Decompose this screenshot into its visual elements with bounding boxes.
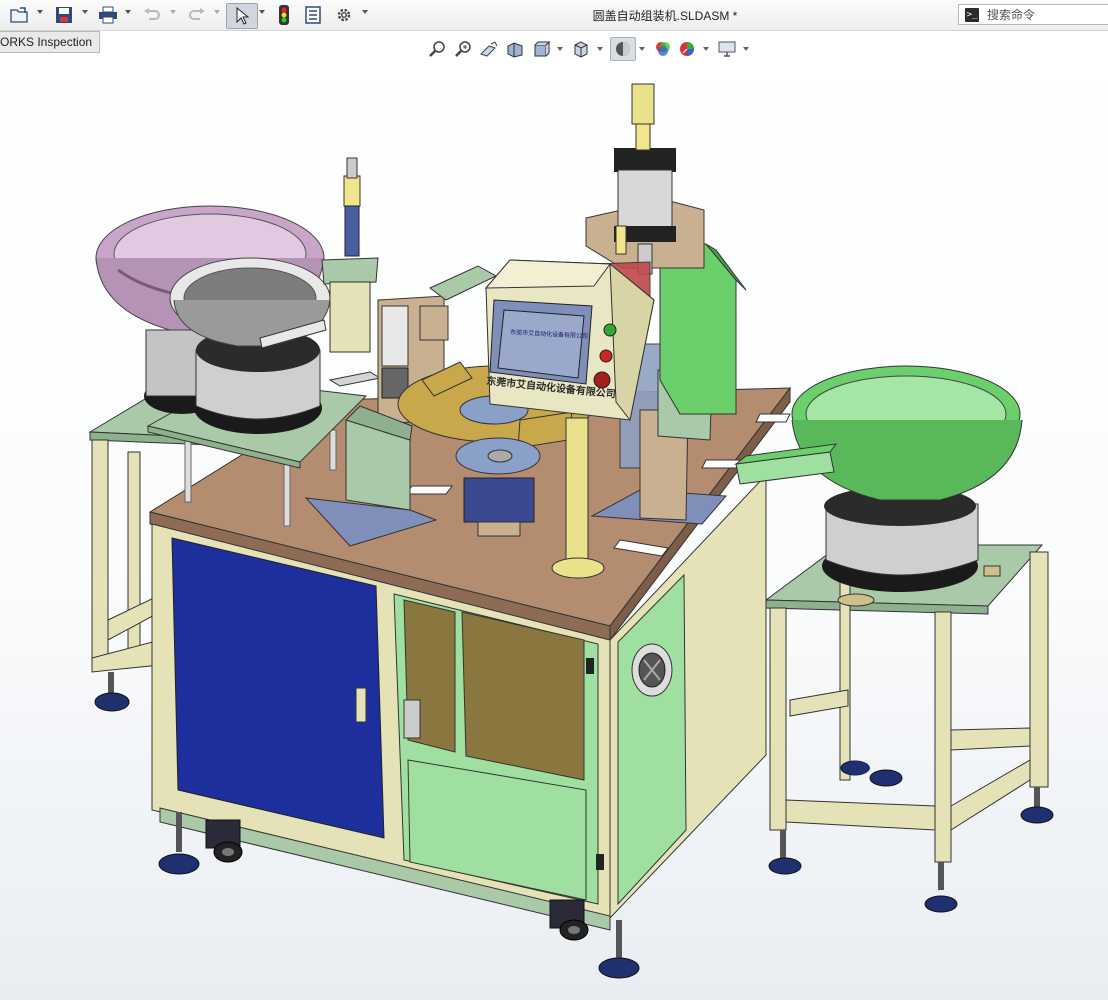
previous-view-icon[interactable] — [478, 37, 500, 61]
print-icon[interactable] — [96, 3, 120, 27]
display-style-dropdown-caret[interactable] — [639, 47, 645, 51]
inspection-tab[interactable]: ORKS Inspection — [0, 31, 101, 53]
graphics-area[interactable]: 东莞市艾自动化设备有限公司 东莞市艾自动化设备有限公司 — [0, 31, 1108, 1000]
edit-appearance-icon[interactable] — [676, 37, 698, 61]
orientation-dropdown-caret[interactable] — [597, 47, 603, 51]
save-dropdown-caret[interactable] — [82, 10, 88, 14]
redo-dropdown-caret[interactable] — [214, 10, 220, 14]
command-prompt-icon: >_ — [965, 7, 979, 22]
annotation-dropdown-caret[interactable] — [557, 47, 563, 51]
view-settings-dropdown-caret[interactable] — [743, 47, 749, 51]
options-dropdown-caret[interactable] — [362, 10, 368, 14]
rebuild-icon[interactable] — [274, 3, 294, 27]
hide-show-items-icon[interactable] — [652, 37, 674, 61]
command-search[interactable]: >_ — [958, 4, 1108, 25]
open-icon[interactable] — [8, 3, 32, 27]
heads-up-view-toolbar — [424, 37, 754, 63]
document-title: 圆盖自动组装机.SLDASM * — [592, 9, 738, 23]
right-aux-frame — [764, 544, 1054, 913]
options-icon[interactable] — [333, 3, 355, 27]
view-settings-icon[interactable] — [716, 37, 738, 61]
select-icon[interactable] — [226, 3, 258, 29]
appearance-dropdown-caret[interactable] — [703, 47, 709, 51]
section-view-icon[interactable] — [504, 37, 526, 61]
hmi-control-box: 东莞市艾自动化设备有限公司 东莞市艾自动化设备有限公司 — [484, 259, 655, 422]
open-dropdown-caret[interactable] — [37, 10, 43, 14]
undo-dropdown-caret[interactable] — [170, 10, 176, 14]
view-orientation-icon[interactable] — [570, 37, 592, 61]
display-style-icon[interactable] — [610, 37, 636, 61]
save-icon[interactable] — [52, 3, 76, 27]
dynamic-annotation-icon[interactable] — [530, 37, 552, 61]
search-input[interactable] — [987, 7, 1097, 22]
print-dropdown-caret[interactable] — [125, 10, 131, 14]
title-toolbar: 圆盖自动组装机.SLDASM * >_ — [0, 0, 1108, 31]
zoom-to-area-icon[interactable] — [452, 37, 474, 61]
select-dropdown-caret[interactable] — [259, 10, 265, 14]
assembly-model: 东莞市艾自动化设备有限公司 东莞市艾自动化设备有限公司 — [88, 83, 1054, 979]
redo-icon[interactable] — [185, 3, 209, 27]
undo-icon[interactable] — [140, 3, 164, 27]
zoom-to-fit-icon[interactable] — [426, 37, 448, 61]
file-properties-icon[interactable] — [302, 3, 324, 27]
